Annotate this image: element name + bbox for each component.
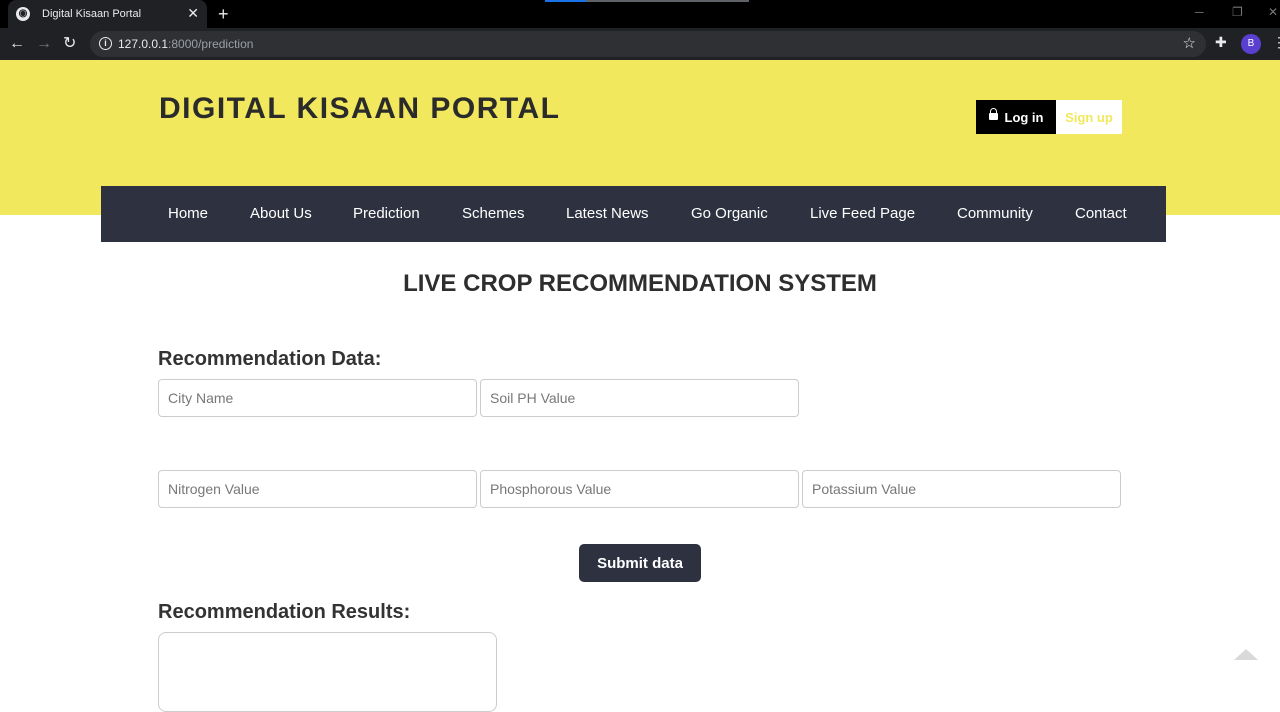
nav-home[interactable]: Home — [168, 205, 208, 222]
soil-ph-input[interactable] — [480, 379, 799, 417]
info-icon[interactable]: i — [99, 37, 112, 50]
tab-title: Digital Kisaan Portal — [42, 8, 142, 20]
login-label: Log in — [1004, 109, 1044, 125]
results-box — [158, 632, 497, 712]
restore-icon[interactable]: ❐ — [1232, 5, 1243, 19]
city-name-input[interactable] — [158, 379, 477, 417]
browser-toolbar: ← → ↻ i 127.0.0.1:8000/prediction ☆ — [0, 28, 1280, 60]
nav-about-us[interactable]: About Us — [250, 205, 312, 222]
browser-titlebar: ◉ Digital Kisaan Portal ✕ + ─ ❐ ✕ — [0, 0, 1280, 28]
lock-icon — [988, 108, 998, 122]
browser-menu-icon[interactable]: ⋮ — [1272, 34, 1280, 51]
drag-indicator-track — [586, 0, 749, 2]
nav-contact[interactable]: Contact — [1075, 205, 1127, 222]
nav-prediction[interactable]: Prediction — [353, 205, 420, 222]
close-tab-icon[interactable]: ✕ — [187, 6, 199, 20]
address-bar[interactable]: i 127.0.0.1:8000/prediction ☆ — [90, 31, 1206, 57]
nav-go-organic[interactable]: Go Organic — [691, 205, 768, 222]
nav-community[interactable]: Community — [957, 205, 1033, 222]
new-tab-icon[interactable]: + — [218, 4, 229, 24]
nav-latest-news[interactable]: Latest News — [566, 205, 649, 222]
back-icon[interactable]: ← — [9, 34, 25, 54]
recommendation-data-heading: Recommendation Data: — [158, 348, 382, 370]
scroll-to-top-icon[interactable] — [1234, 649, 1258, 660]
forward-icon[interactable]: → — [36, 34, 52, 54]
browser-tab[interactable]: ◉ Digital Kisaan Portal ✕ — [8, 0, 207, 28]
globe-icon: ◉ — [16, 7, 30, 21]
recommendation-results-heading: Recommendation Results: — [158, 601, 411, 623]
minimize-icon[interactable]: ─ — [1195, 5, 1204, 19]
window-close-icon[interactable]: ✕ — [1268, 5, 1278, 19]
reload-icon[interactable]: ↻ — [63, 34, 76, 54]
site-brand[interactable]: DIGITAL KISAAN PORTAL — [159, 92, 561, 126]
bookmark-star-icon[interactable]: ☆ — [1183, 34, 1196, 52]
nitrogen-input[interactable] — [158, 470, 477, 508]
signup-button[interactable]: Sign up — [1056, 100, 1122, 134]
nav-schemes[interactable]: Schemes — [462, 205, 525, 222]
url-host: 127.0.0.1 — [118, 37, 169, 51]
extensions-icon[interactable]: ✚ — [1215, 34, 1227, 51]
url-text[interactable]: 127.0.0.1:8000/prediction — [118, 37, 253, 51]
page-title: LIVE CROP RECOMMENDATION SYSTEM — [403, 270, 877, 297]
main-nav: Home About Us Prediction Schemes Latest … — [101, 186, 1166, 242]
login-button[interactable]: Log in — [976, 100, 1056, 134]
phosphorous-input[interactable] — [480, 470, 799, 508]
drag-indicator — [545, 0, 586, 2]
profile-avatar[interactable]: B — [1241, 34, 1261, 54]
potassium-input[interactable] — [802, 470, 1121, 508]
url-path: :8000/prediction — [168, 37, 254, 51]
nav-live-feed[interactable]: Live Feed Page — [810, 205, 915, 222]
submit-data-button[interactable]: Submit data — [579, 544, 701, 582]
page: DIGITAL KISAAN PORTAL Log in Sign up Hom… — [0, 60, 1280, 712]
